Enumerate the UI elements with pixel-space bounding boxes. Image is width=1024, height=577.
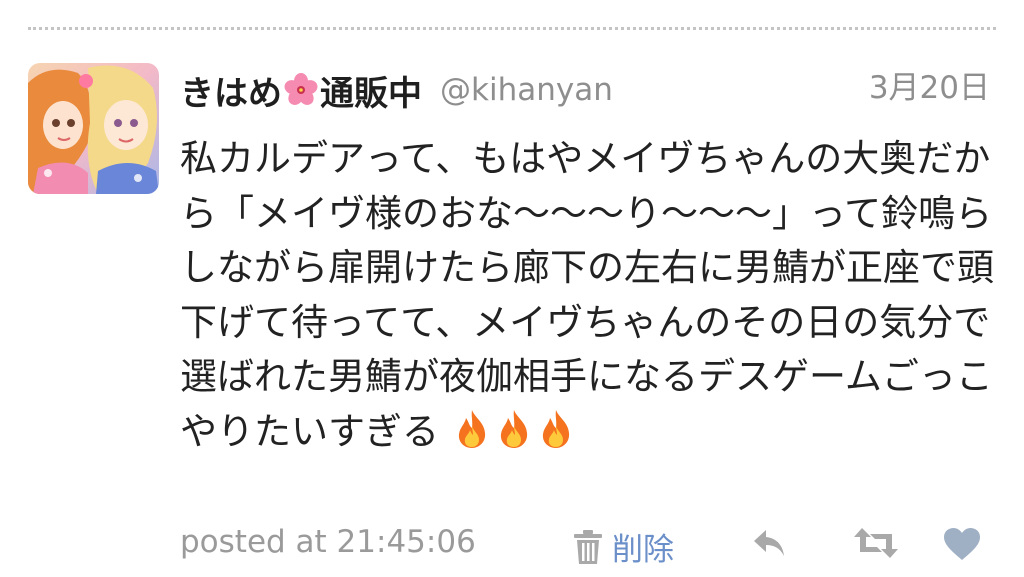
avatar-image xyxy=(28,63,159,194)
fire-icon xyxy=(542,409,569,448)
heart-icon[interactable] xyxy=(942,526,982,562)
tweet-date[interactable]: 3月20日 xyxy=(869,66,990,110)
tweet-footer: posted at 21:45:06 削除 xyxy=(180,520,990,570)
delete-button[interactable]: 削除 xyxy=(572,524,674,569)
user-handle[interactable]: @kihanyan xyxy=(440,72,613,108)
tweet-header: きはめ 通販中 @kihanyan xyxy=(180,66,613,114)
display-name-part2: 通販中 xyxy=(320,73,422,114)
display-name[interactable]: きはめ 通販中 xyxy=(180,66,422,115)
display-name-part1: きはめ xyxy=(180,73,282,114)
posted-timestamp: posted at 21:45:06 xyxy=(180,524,476,560)
reply-icon[interactable] xyxy=(750,526,790,560)
delete-label: 削除 xyxy=(612,532,674,568)
tweet-card: きはめ 通販中 @kihanyan 3月20日 私カルデアって、もはやメイヴちゃ… xyxy=(0,0,1024,577)
trash-icon xyxy=(574,529,602,564)
tweet-body: 私カルデアって、もはやメイヴちゃんの大奥だから「メイヴ様のおな〜〜〜り〜〜〜」っ… xyxy=(180,132,1000,459)
tweet-body-text: 私カルデアって、もはやメイヴちゃんの大奥だから「メイヴ様のおな〜〜〜り〜〜〜」っ… xyxy=(180,137,994,453)
retweet-icon[interactable] xyxy=(852,526,900,560)
avatar[interactable] xyxy=(28,63,159,194)
fire-icon xyxy=(458,409,485,448)
fire-icon xyxy=(500,409,527,448)
hibiscus-flower-icon xyxy=(284,73,318,105)
